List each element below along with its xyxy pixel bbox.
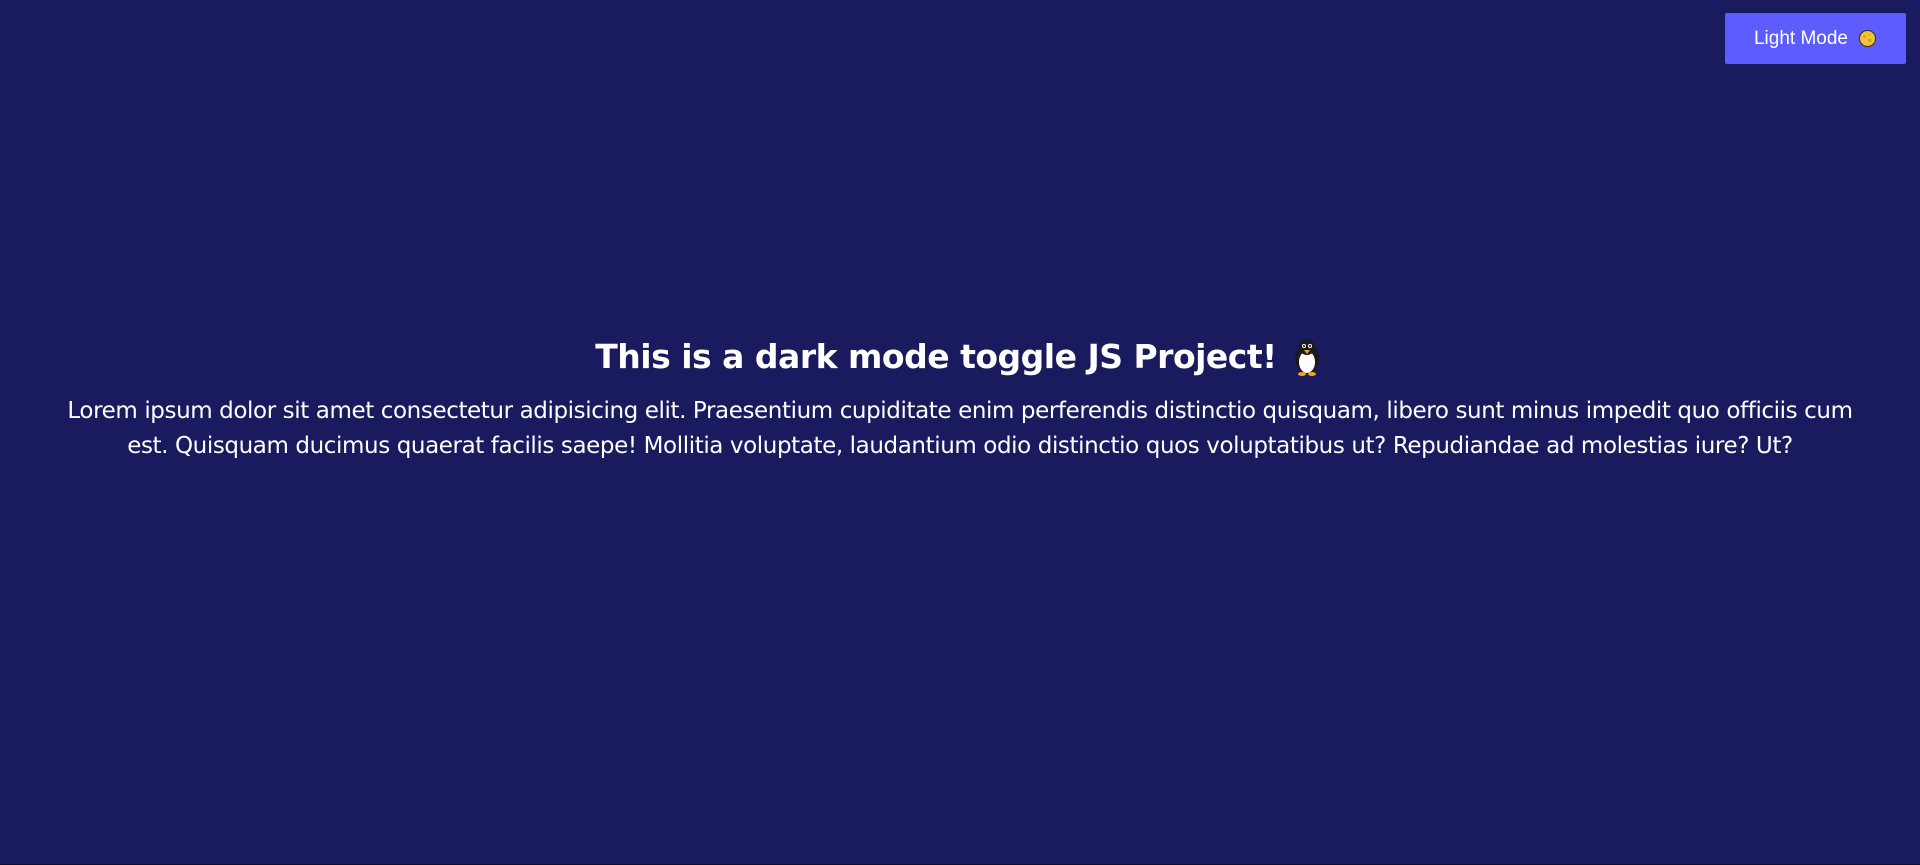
page-title: This is a dark mode toggle JS Project!: [595, 328, 1324, 386]
moon-icon: [1858, 29, 1877, 48]
toggle-button-label: Light Mode: [1753, 27, 1848, 49]
body-paragraph: Lorem ipsum dolor sit amet consectetur a…: [67, 398, 1853, 459]
penguin-icon: [1289, 337, 1325, 377]
light-mode-toggle-button[interactable]: Light Mode: [1725, 13, 1906, 64]
page-title-text: This is a dark mode toggle JS Project!: [595, 337, 1277, 376]
main-content: This is a dark mode toggle JS Project! L…: [60, 328, 1860, 464]
